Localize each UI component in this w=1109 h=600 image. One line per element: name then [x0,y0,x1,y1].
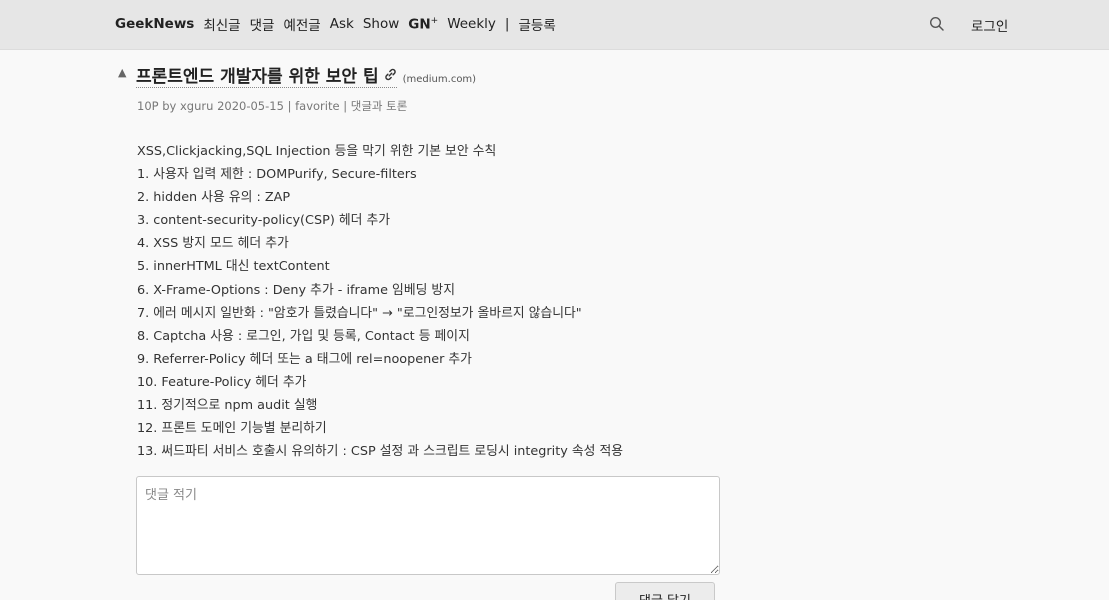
post-body-line: 12. 프론트 도메인 기능별 분리하기 [137,421,327,437]
post-body-line: 10. Feature-Policy 헤더 추가 [137,374,307,390]
post-body-line: 13. 써드파티 서비스 호출시 유의하기 : CSP 설정 과 스크립트 로딩… [137,444,624,460]
post-body-line: 1. 사용자 입력 제한 : DOMPurify, Secure-filters [137,167,417,183]
link-icon [384,68,396,81]
nav-separator: | [504,16,510,32]
post-author-link[interactable]: xguru [180,99,213,113]
nav-show[interactable]: Show [363,16,399,32]
nav-comments[interactable]: 댓글 [250,14,275,34]
post-by: by [162,99,177,113]
post-body-line: 9. Referrer-Policy 헤더 또는 a 태그에 rel=noope… [137,351,472,367]
meta-separator: | [287,99,292,113]
post-body-line: 3. content-security-policy(CSP) 헤더 추가 [137,213,391,229]
post-body-line: XSS,Clickjacking,SQL Injection 등을 막기 위한 … [137,144,497,159]
post-body-line: 4. XSS 방지 모드 헤더 추가 [137,236,289,252]
search-icon [929,16,944,31]
nav-submit[interactable]: 글등록 [518,14,555,34]
discuss-link[interactable]: 댓글과 토론 [351,99,408,113]
post-body-line: 7. 에러 메시지 일반화 : "암호가 틀렸습니다" → "로그인정보가 올바… [137,305,582,321]
gn-sup: + [430,15,439,26]
post-points: 10P [137,99,159,113]
meta-separator: | [343,99,348,113]
post-body: XSS,Clickjacking,SQL Injection 등을 막기 위한 … [137,140,757,463]
post-domain: (medium.com) [402,74,477,85]
post-body-line: 6. X-Frame-Options : Deny 추가 - iframe 임베… [137,282,455,298]
main-nav: GeekNews 최신글 댓글 예전글 Ask Show GN+ Weekly … [115,13,556,35]
gn-label: GN [408,16,431,33]
post-title-row: 프론트엔드 개발자를 위한 보안 팁 (medium.com) [136,62,476,88]
submit-comment-button[interactable]: 댓글 달기 [615,582,715,600]
nav-ask[interactable]: Ask [330,16,354,32]
nav-gn-plus[interactable]: GN+ [408,16,438,33]
upvote-arrow[interactable]: ▲ [118,66,126,79]
post-title-link[interactable]: 프론트엔드 개발자를 위한 보안 팁 [136,62,397,88]
search-button[interactable] [929,16,945,32]
brand-logo-link[interactable]: GeekNews [115,16,194,32]
nav-latest[interactable]: 최신글 [203,14,240,34]
nav-weekly[interactable]: Weekly [447,16,496,32]
comment-textarea[interactable] [136,476,720,575]
post-title: 프론트엔드 개발자를 위한 보안 팁 [136,67,379,87]
post-body-line: 8. Captcha 사용 : 로그인, 가입 및 등록, Contact 등 … [137,328,470,344]
post-body-line: 11. 정기적으로 npm audit 실행 [137,398,318,414]
post-body-line: 5. innerHTML 대신 textContent [137,259,330,275]
post-body-line: 2. hidden 사용 유의 : ZAP [137,190,291,206]
login-link[interactable]: 로그인 [971,15,1008,35]
favorite-link[interactable]: favorite [295,99,339,113]
post-meta: 10P by xguru 2020-05-15 | favorite | 댓글과… [137,98,407,114]
nav-past[interactable]: 예전글 [283,14,320,34]
top-navigation-bar: GeekNews 최신글 댓글 예전글 Ask Show GN+ Weekly … [0,0,1109,50]
post-date: 2020-05-15 [217,99,284,113]
